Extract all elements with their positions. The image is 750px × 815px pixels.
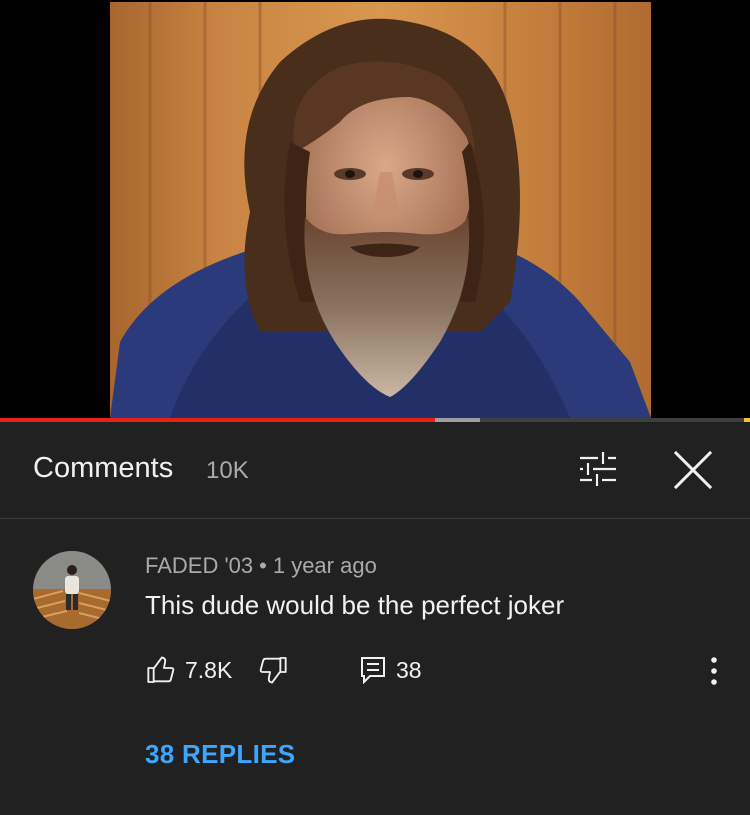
close-icon [673,450,713,490]
more-options-button[interactable] [697,653,731,689]
comments-header: Comments 10K [0,422,750,519]
close-comments-button[interactable] [670,447,716,493]
comment-icon [361,657,385,685]
comments-count: 10K [206,457,249,484]
like-count: 7.8K [185,657,233,683]
sort-filter-icon [580,452,616,486]
video-frame[interactable] [110,2,651,418]
comment-text: This dude would be the perfect joker [145,590,565,620]
comment-author[interactable]: FADED '03 [145,553,253,578]
thumbs-down-icon [259,657,287,684]
video-player[interactable] [0,0,750,418]
view-replies-button[interactable]: 38 REPLIES [145,739,295,770]
more-vertical-icon [711,657,717,685]
comments-title: Comments [33,452,174,484]
comment-time: 1 year ago [272,553,377,578]
video-still-image [110,2,651,418]
reply-button[interactable] [360,656,386,685]
comment-meta: FADED '03 • 1 year ago [145,553,377,579]
comment-actions: 7.8K 38 [145,651,735,687]
like-button[interactable] [145,654,177,686]
avatar-image [33,551,111,629]
sort-filter-button[interactable] [576,449,620,489]
comment-item: FADED '03 • 1 year ago This dude would be … [0,519,750,815]
meta-separator: • [259,553,267,578]
reply-count: 38 [396,657,422,683]
dislike-button[interactable] [257,654,289,686]
avatar[interactable] [33,551,111,629]
thumbs-up-icon [147,656,175,683]
